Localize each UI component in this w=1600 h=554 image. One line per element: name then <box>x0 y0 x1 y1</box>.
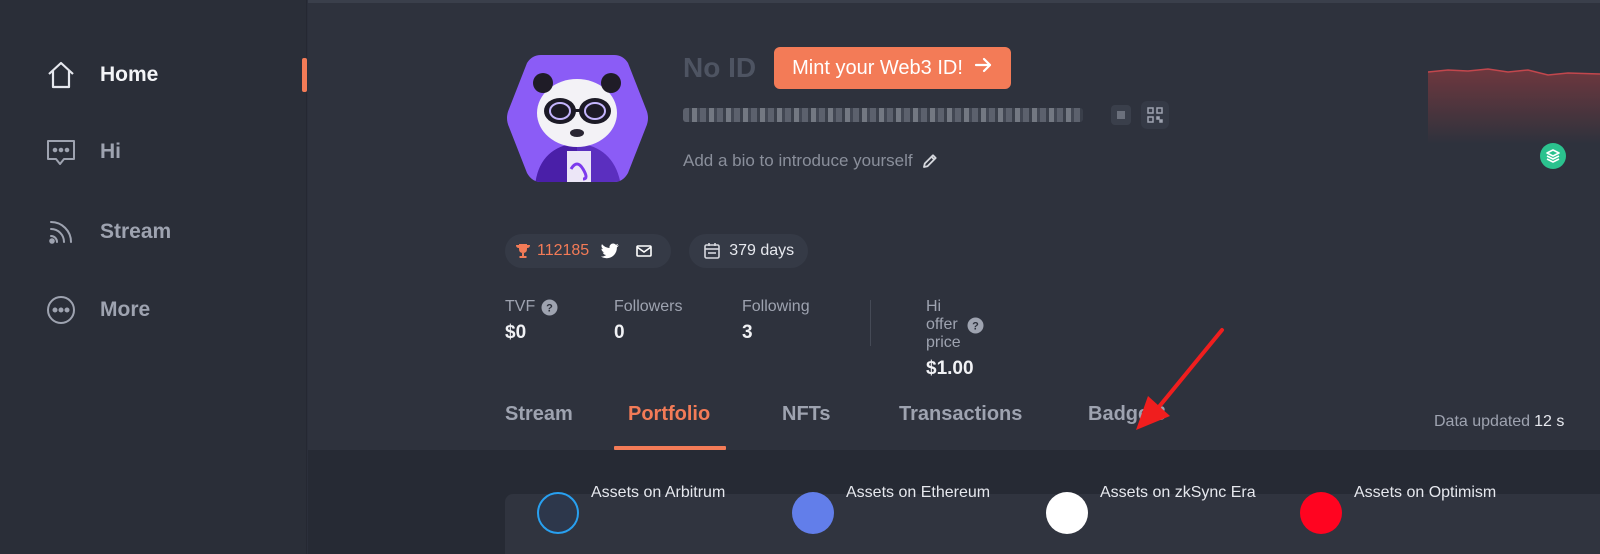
wallet-address-blurred <box>683 108 1083 122</box>
sidebar-item-label: More <box>100 298 151 321</box>
more-icon <box>44 293 78 327</box>
stat-hi-offer-price: Hi offer price ? $1.00 <box>926 298 984 380</box>
stats-divider <box>870 300 871 346</box>
balance-sparkline <box>1428 68 1600 144</box>
optimism-icon <box>1300 492 1342 534</box>
arrow-right-icon <box>973 55 993 81</box>
twitter-icon[interactable] <box>593 234 627 268</box>
data-updated-time: 12 s <box>1534 413 1565 430</box>
asset-chain-label: Assets on zkSync Era <box>1100 484 1256 501</box>
ethereum-icon <box>792 492 834 534</box>
stat-following[interactable]: Following 3 <box>742 298 810 344</box>
sidebar-item-hi[interactable]: Hi <box>44 132 121 172</box>
asset-chain-label: Assets on Ethereum <box>846 484 991 501</box>
tab-stream[interactable]: Stream <box>505 403 573 426</box>
tab-nfts[interactable]: NFTs <box>782 403 831 426</box>
main-content: No ID Mint your Web3 ID! Add a bio to in… <box>308 0 1600 554</box>
stat-label: Hi offer price <box>926 298 961 351</box>
stat-followers[interactable]: Followers 0 <box>614 298 682 344</box>
rss-icon <box>44 215 78 249</box>
mint-web3-id-button[interactable]: Mint your Web3 ID! <box>774 47 1011 89</box>
home-icon <box>44 58 78 92</box>
sidebar-item-more[interactable]: More <box>44 290 150 330</box>
asset-chain-label: Assets on Arbitrum <box>591 484 726 501</box>
stat-value: 3 <box>742 322 753 343</box>
trophy-icon <box>515 243 531 259</box>
data-updated: Data updated 12 s <box>1434 413 1564 431</box>
sidebar-item-label: Home <box>100 63 159 86</box>
sidebar-item-label: Stream <box>100 220 172 243</box>
help-icon[interactable]: ? <box>541 299 558 316</box>
zksync-icon <box>1046 492 1088 534</box>
sidebar-item-stream[interactable]: Stream <box>44 212 171 252</box>
stat-tvf: TVF ? $0 <box>505 298 558 344</box>
account-age-pill: 379 days <box>689 234 809 268</box>
svg-text:?: ? <box>546 302 553 314</box>
stat-label: TVF <box>505 298 536 315</box>
profile-badges: 112185 379 days <box>505 234 809 268</box>
sidebar-item-label: Hi <box>100 140 121 163</box>
top-divider <box>308 0 1600 3</box>
asset-chain-arbitrum[interactable]: Assets on Arbitrum <box>537 484 726 534</box>
help-icon[interactable]: ? <box>967 317 984 334</box>
tab-portfolio[interactable]: Portfolio <box>628 403 710 426</box>
active-indicator <box>302 58 307 92</box>
chat-icon <box>44 135 78 169</box>
sidebar-item-home[interactable]: Home <box>44 55 158 95</box>
account-age-value: 379 days <box>729 242 795 259</box>
avatar[interactable] <box>505 51 650 186</box>
bio-placeholder: Add a bio to introduce yourself <box>683 151 913 170</box>
mail-icon[interactable] <box>627 234 661 268</box>
arbitrum-icon <box>537 492 579 534</box>
data-updated-label: Data updated <box>1434 413 1531 430</box>
stat-value: $1.00 <box>926 358 974 379</box>
annotation-arrow-icon <box>1136 328 1224 430</box>
copy-icon[interactable] <box>1111 105 1131 125</box>
tab-transactions[interactable]: Transactions <box>899 403 1022 426</box>
wallet-address-row <box>683 101 1169 129</box>
edit-pencil-icon[interactable] <box>921 152 939 170</box>
asset-chain-zksync[interactable]: Assets on zkSync Era <box>1046 484 1256 534</box>
stat-value: 0 <box>614 322 625 343</box>
bio-row[interactable]: Add a bio to introduce yourself <box>683 148 939 174</box>
stat-value: $0 <box>505 322 527 343</box>
asset-chain-optimism[interactable]: Assets on Optimism <box>1300 484 1497 534</box>
stat-label: Following <box>742 298 810 315</box>
name-row: No ID Mint your Web3 ID! <box>683 47 1011 89</box>
asset-chain-ethereum[interactable]: Assets on Ethereum <box>792 484 991 534</box>
stat-label: Followers <box>614 298 683 315</box>
mint-button-label: Mint your Web3 ID! <box>792 56 963 79</box>
calendar-icon <box>703 242 721 260</box>
score-pill: 112185 <box>505 234 672 268</box>
svg-text:?: ? <box>972 320 979 332</box>
portfolio-panel: Assets on Arbitrum Assets on Ethereum As… <box>308 450 1600 554</box>
profile-name: No ID <box>683 52 757 83</box>
score-value: 112185 <box>537 242 590 259</box>
asset-chain-label: Assets on Optimism <box>1354 484 1497 501</box>
qr-code-icon[interactable] <box>1141 101 1169 129</box>
sidebar: Home Hi Stream More <box>0 0 307 554</box>
layers-icon[interactable] <box>1540 143 1566 169</box>
